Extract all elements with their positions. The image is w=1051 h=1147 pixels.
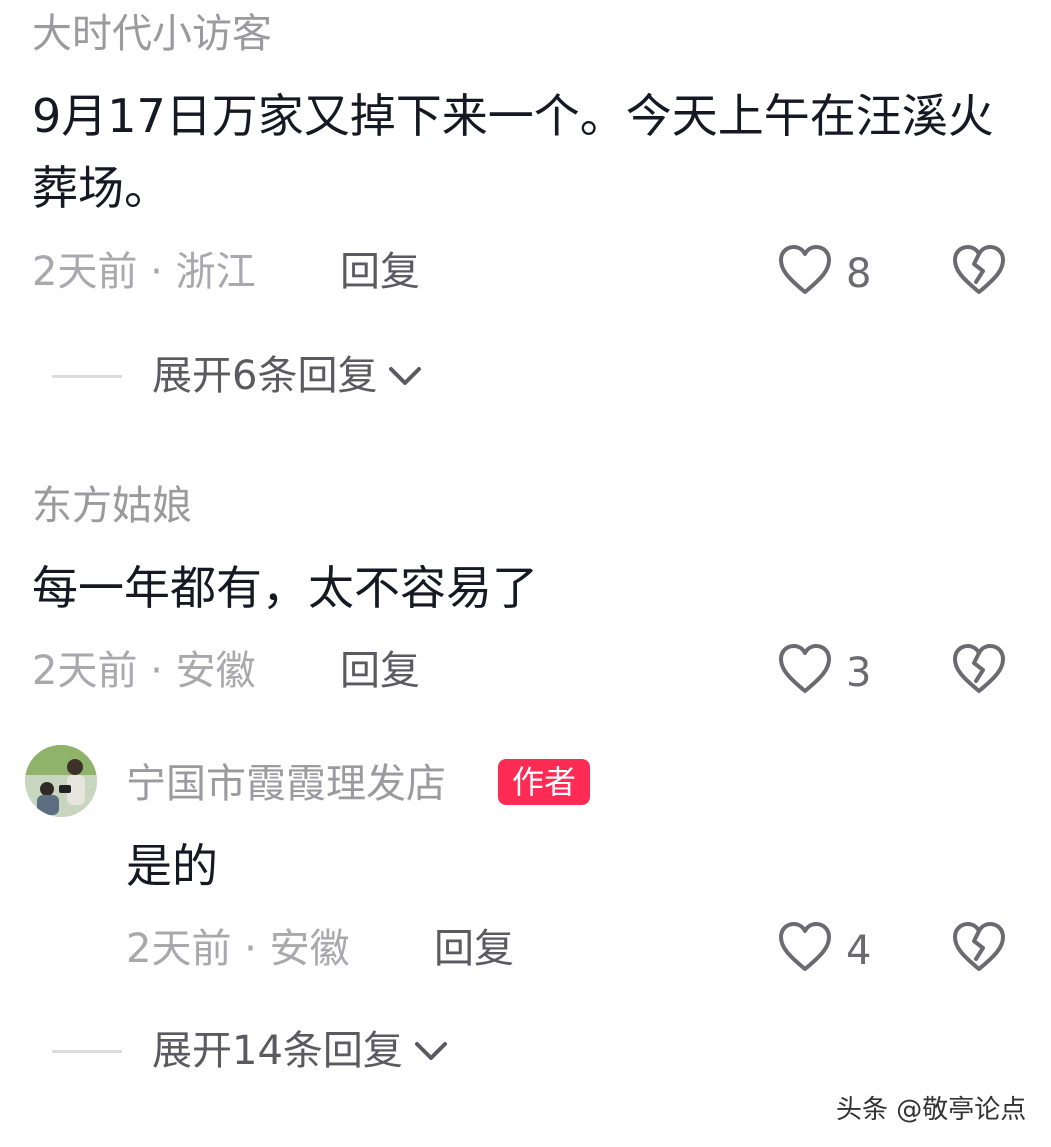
chevron-down-icon [413,1039,449,1063]
watermark: 头条 @敬亭论点 [836,1095,1027,1125]
heart-outline-icon [778,921,832,973]
comment-meta: 2天前 · 浙江 [32,249,256,295]
heart-outline-icon [778,643,832,695]
broken-heart-icon [952,643,1006,695]
chevron-down-icon [387,364,423,388]
expand-divider [52,1050,122,1053]
comment-content: 9月17日万家又掉下来一个。今天上午在汪溪火葬场。 [32,89,994,215]
expand-divider [52,375,122,378]
like-button[interactable] [778,921,832,973]
dislike-button[interactable] [952,643,1006,695]
reply-button[interactable]: 回复 [340,252,420,292]
comment-meta: 2天前 · 安徽 [32,648,256,694]
like-count: 3 [846,650,872,696]
avatar-photo [25,745,97,817]
avatar[interactable] [25,745,97,817]
expand-replies-button[interactable]: 展开14条回复 [152,1031,449,1071]
reply-button[interactable]: 回复 [434,929,514,969]
broken-heart-icon [952,921,1006,973]
like-button[interactable] [778,643,832,695]
heart-outline-icon [778,244,832,296]
comment-username[interactable]: 大时代小访客 [32,14,272,54]
comment-content: 每一年都有，太不容易了 [32,561,538,615]
expand-replies-label: 展开6条回复 [152,353,378,399]
reply-content: 是的 [126,839,218,893]
expand-replies-label: 展开14条回复 [152,1028,403,1074]
reply-button[interactable]: 回复 [340,651,420,691]
expand-replies-button[interactable]: 展开6条回复 [152,356,423,396]
author-badge: 作者 [498,759,591,805]
like-count: 8 [846,251,872,297]
like-button[interactable] [778,244,832,296]
dislike-button[interactable] [952,921,1006,973]
broken-heart-icon [952,244,1006,296]
dislike-button[interactable] [952,244,1006,296]
like-count: 4 [846,928,872,974]
reply-meta: 2天前 · 安徽 [126,926,350,972]
comment-username[interactable]: 东方姑娘 [32,486,192,526]
author-username[interactable]: 宁国市霞霞理发店 [126,764,446,804]
